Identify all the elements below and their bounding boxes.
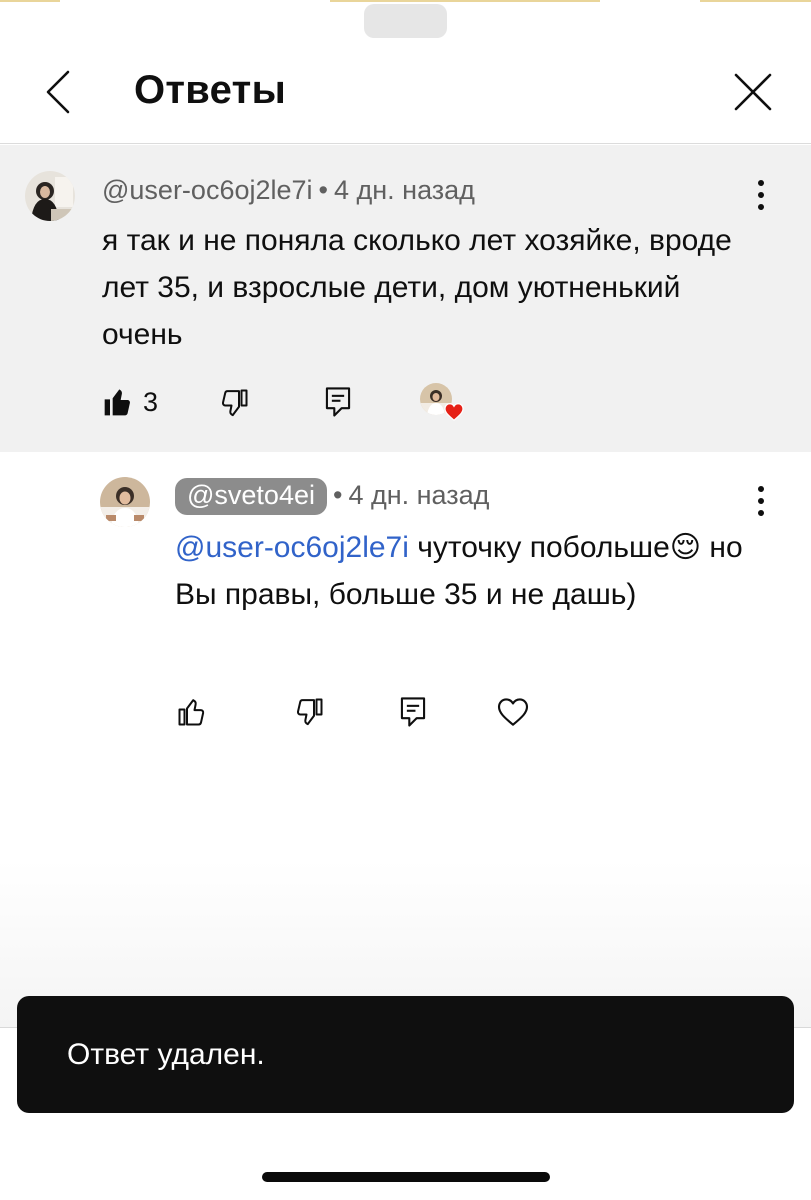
- thumbs-up-filled-icon: [104, 389, 130, 416]
- reply-author-chip[interactable]: @sveto4ei: [175, 478, 327, 515]
- dislike-button[interactable]: [289, 692, 329, 732]
- back-button[interactable]: [30, 66, 86, 118]
- creator-heart: [420, 383, 466, 425]
- comment-author[interactable]: @user-oc6oj2le7i: [102, 175, 313, 205]
- toast-snackbar: Ответ удален.: [17, 996, 794, 1113]
- reply-more-button[interactable]: [746, 479, 776, 523]
- thumbs-down-icon: [296, 698, 323, 726]
- comment-meta: @user-oc6oj2le7i • 4 дн. назад: [102, 175, 475, 205]
- page-title: Ответы: [134, 68, 287, 112]
- heart-filled-icon: [444, 403, 464, 421]
- thumbs-up-icon: [178, 699, 205, 726]
- drag-handle[interactable]: [364, 4, 447, 38]
- comment-icon: [325, 387, 351, 417]
- like-button[interactable]: [98, 381, 138, 423]
- like-button[interactable]: [172, 692, 212, 732]
- reply-text: @user-oc6oj2le7i чуточку побольше😌 но Вы…: [175, 531, 743, 611]
- parent-comment: @user-oc6oj2le7i • 4 дн. назад я так и не …: [0, 145, 811, 452]
- comment-time: 4 дн. назад: [333, 175, 475, 205]
- reply-meta: @sveto4ei • 4 дн. назад: [175, 478, 489, 515]
- mention-link[interactable]: @user-oc6oj2le7i: [175, 531, 409, 564]
- heart-button[interactable]: [493, 692, 533, 732]
- toast-message: Ответ удален.: [67, 1038, 265, 1071]
- avatar[interactable]: [25, 171, 75, 221]
- reply-button[interactable]: [318, 381, 358, 423]
- like-count: 3: [143, 387, 159, 417]
- avatar[interactable]: [100, 477, 150, 527]
- comment-text: я так и не поняла сколько лет хозяйке, в…: [102, 224, 732, 351]
- reply-button[interactable]: [393, 691, 433, 733]
- close-button[interactable]: [722, 64, 784, 120]
- emoji: 😌: [669, 531, 702, 564]
- close-icon: [734, 73, 772, 111]
- chevron-left-icon: [46, 70, 70, 114]
- dislike-button[interactable]: [214, 383, 254, 423]
- reply-time: 4 дн. назад: [348, 480, 490, 510]
- thumbs-down-icon: [221, 389, 248, 417]
- comment-more-button[interactable]: [746, 173, 776, 217]
- comment-icon: [400, 697, 426, 727]
- replies-header: Ответы: [0, 40, 811, 144]
- heart-icon: [497, 698, 529, 726]
- home-indicator[interactable]: [262, 1172, 550, 1182]
